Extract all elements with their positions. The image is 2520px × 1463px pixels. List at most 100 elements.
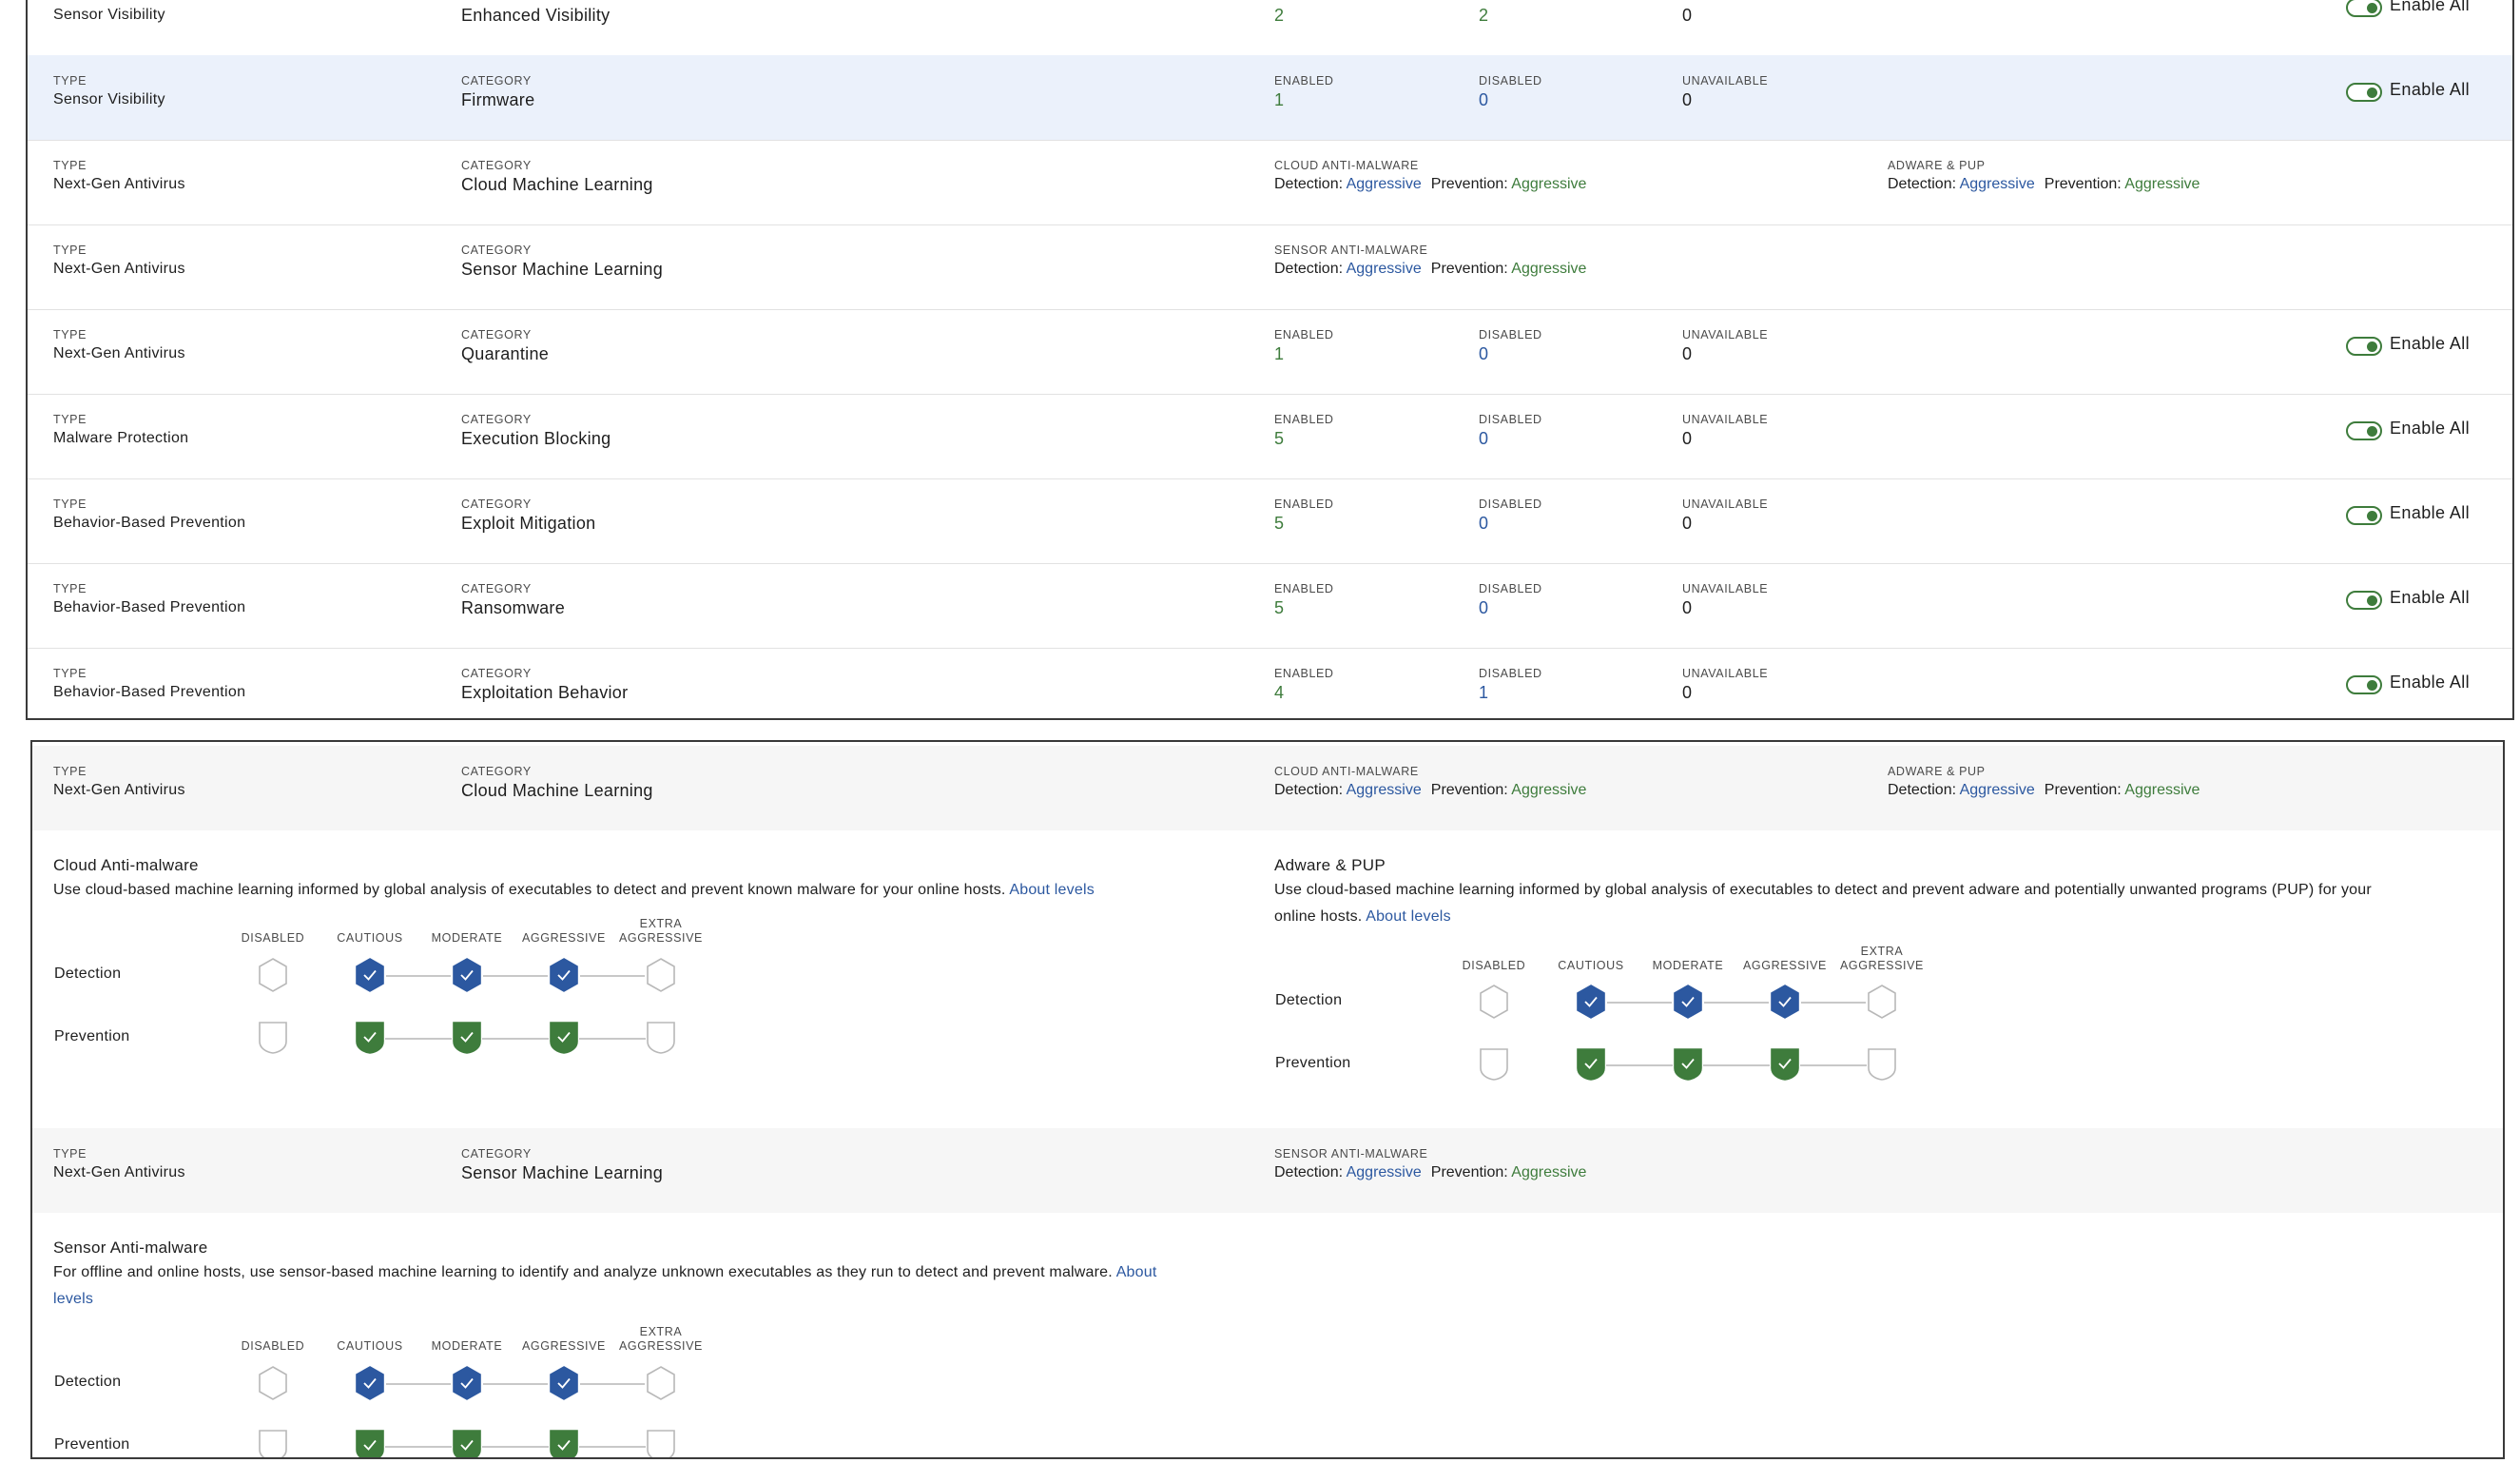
- type-label: TYPE: [53, 244, 87, 257]
- enabled-count[interactable]: 5: [1274, 598, 1284, 618]
- policy-row[interactable]: TYPE Next-Gen Antivirus CATEGORY Quarantine…: [28, 309, 2512, 395]
- enabled-count[interactable]: 5: [1274, 429, 1284, 449]
- unavailable-label: UNAVAILABLE: [1682, 328, 1769, 341]
- prevention-policy-summary-panel: TYPE Sensor Visibility CATEGORY Enhanced Vi…: [26, 0, 2514, 720]
- col2-levels[interactable]: Detection: Aggressive Prevention: Aggress…: [1888, 176, 2200, 193]
- type-label: TYPE: [53, 0, 87, 3]
- detection-level-hexagon-icon[interactable]: [645, 1365, 677, 1401]
- detection-connector: [580, 975, 645, 977]
- detection-level-hexagon-icon[interactable]: [1575, 984, 1607, 1020]
- col2-label: ADWARE & PUP: [1888, 765, 1986, 778]
- about-levels-link[interactable]: About levels: [1366, 908, 1451, 925]
- disabled-count[interactable]: 1: [1479, 683, 1488, 703]
- enable-all-toggle[interactable]: [2346, 337, 2382, 356]
- detection-level-hexagon-icon[interactable]: [548, 1365, 580, 1401]
- enable-all-toggle[interactable]: [2346, 506, 2382, 525]
- prevention-level-shield-icon[interactable]: [355, 1021, 385, 1055]
- policy-row[interactable]: TYPE Behavior-Based Prevention CATEGORY Ran…: [28, 563, 2512, 649]
- disabled-count[interactable]: 0: [1479, 429, 1488, 449]
- enabled-count[interactable]: 2: [1274, 6, 1284, 26]
- policy-row[interactable]: TYPE Behavior-Based Prevention CATEGORY Exp…: [28, 648, 2512, 718]
- policy-row[interactable]: TYPE Behavior-Based Prevention CATEGORY Exp…: [28, 478, 2512, 564]
- detection-level-hexagon-icon[interactable]: [451, 1365, 483, 1401]
- prevention-level-shield-icon[interactable]: [1673, 1047, 1703, 1082]
- enable-all-toggle[interactable]: [2346, 675, 2382, 694]
- enable-all-label[interactable]: Enable All: [2390, 503, 2470, 523]
- prevention-level-shield-icon[interactable]: [549, 1021, 579, 1055]
- detection-level-hexagon-icon[interactable]: [1769, 984, 1801, 1020]
- disabled-count[interactable]: 0: [1479, 598, 1488, 618]
- detection-level-hexagon-icon[interactable]: [645, 957, 677, 993]
- prevention-level-shield-icon[interactable]: [1770, 1047, 1800, 1082]
- enabled-count[interactable]: 1: [1274, 344, 1284, 364]
- policy-row[interactable]: TYPE Next-Gen Antivirus CATEGORY Cloud Mach…: [28, 140, 2512, 225]
- policy-row[interactable]: TYPE Malware Protection CATEGORY Execution …: [28, 394, 2512, 479]
- enabled-count[interactable]: 1: [1274, 90, 1284, 110]
- unavailable-label: UNAVAILABLE: [1682, 667, 1769, 680]
- unavailable-count: 0: [1682, 344, 1693, 363]
- level-header: AGGRESSIVE: [516, 931, 611, 946]
- enable-all-toggle[interactable]: [2346, 591, 2382, 610]
- prevention-level-shield-icon[interactable]: [549, 1429, 579, 1457]
- prevention-level-shield-icon[interactable]: [452, 1429, 482, 1457]
- prevention-level: Aggressive: [1511, 176, 1587, 192]
- detection-level-hexagon-icon[interactable]: [354, 957, 386, 993]
- enabled-count[interactable]: 5: [1274, 514, 1284, 534]
- enable-all-label[interactable]: Enable All: [2390, 80, 2470, 100]
- about-levels-link-cont[interactable]: levels: [53, 1291, 93, 1307]
- prevention-level-shield-icon[interactable]: [646, 1429, 676, 1457]
- prevention-level-shield-icon[interactable]: [452, 1021, 482, 1055]
- toggle-knob: [2367, 426, 2377, 437]
- sensor-anti-malware-desc: For offline and online hosts, use sensor…: [53, 1259, 1270, 1313]
- prevention-level-shield-icon[interactable]: [258, 1021, 288, 1055]
- prevention-row-label: Prevention: [54, 1436, 130, 1453]
- enable-all-label[interactable]: Enable All: [2390, 673, 2470, 692]
- disabled-count[interactable]: 0: [1479, 514, 1488, 534]
- enable-all-label[interactable]: Enable All: [2390, 334, 2470, 354]
- level-header: MODERATE: [419, 1339, 514, 1354]
- col1-levels[interactable]: Detection: Aggressive Prevention: Aggress…: [1274, 261, 1586, 278]
- detection-level-hexagon-icon[interactable]: [257, 957, 289, 993]
- enable-all-toggle[interactable]: [2346, 0, 2382, 17]
- prevention-level: Aggressive: [2124, 782, 2200, 798]
- prevention-level-shield-icon[interactable]: [1479, 1047, 1509, 1082]
- about-levels-link[interactable]: About: [1116, 1264, 1157, 1280]
- col1-levels: Detection: Aggressive Prevention: Aggress…: [1274, 1164, 1586, 1181]
- detection-level-hexagon-icon[interactable]: [354, 1365, 386, 1401]
- disabled-label: DISABLED: [1479, 74, 1542, 88]
- enable-all-label[interactable]: Enable All: [2390, 588, 2470, 608]
- detection-level-hexagon-icon[interactable]: [1672, 984, 1704, 1020]
- prevention-level-shield-icon[interactable]: [1867, 1047, 1897, 1082]
- policy-row[interactable]: TYPE Next-Gen Antivirus CATEGORY Sensor Mac…: [28, 224, 2512, 310]
- level-header: DISABLED: [1446, 959, 1541, 973]
- type-label: TYPE: [53, 413, 87, 426]
- about-levels-link[interactable]: About levels: [1009, 882, 1095, 898]
- detection-level-hexagon-icon[interactable]: [451, 957, 483, 993]
- enable-all-label[interactable]: Enable All: [2390, 419, 2470, 439]
- disabled-count[interactable]: 2: [1479, 6, 1488, 26]
- policy-row[interactable]: TYPE Sensor Visibility CATEGORY Firmware ENA…: [28, 55, 2512, 141]
- policy-row[interactable]: TYPE Sensor Visibility CATEGORY Enhanced Vi…: [28, 0, 2512, 56]
- prevention-level-shield-icon[interactable]: [355, 1429, 385, 1457]
- detection-level-hexagon-icon[interactable]: [1866, 984, 1898, 1020]
- detection-connector: [1801, 1002, 1866, 1004]
- disabled-count[interactable]: 0: [1479, 90, 1488, 110]
- enabled-count[interactable]: 4: [1274, 683, 1284, 703]
- detection-level-hexagon-icon[interactable]: [257, 1365, 289, 1401]
- type-value: Sensor Visibility: [53, 7, 165, 23]
- level-header: DISABLED: [225, 1339, 320, 1354]
- type-value: Behavior-Based Prevention: [53, 684, 246, 700]
- col1-levels[interactable]: Detection: Aggressive Prevention: Aggress…: [1274, 176, 1586, 193]
- prevention-level-shield-icon[interactable]: [646, 1021, 676, 1055]
- prevention-level-shield-icon[interactable]: [1576, 1047, 1606, 1082]
- enable-all-toggle[interactable]: [2346, 83, 2382, 102]
- prevention-connector: [579, 1446, 646, 1448]
- enable-all-toggle[interactable]: [2346, 421, 2382, 440]
- sensor-anti-malware-title: Sensor Anti-malware: [53, 1239, 208, 1257]
- enable-all-label[interactable]: Enable All: [2390, 0, 2470, 15]
- detection-level-hexagon-icon[interactable]: [1478, 984, 1510, 1020]
- disabled-count[interactable]: 0: [1479, 344, 1488, 364]
- detection-level-hexagon-icon[interactable]: [548, 957, 580, 993]
- category-value: Enhanced Visibility: [461, 6, 611, 25]
- prevention-level-shield-icon[interactable]: [258, 1429, 288, 1457]
